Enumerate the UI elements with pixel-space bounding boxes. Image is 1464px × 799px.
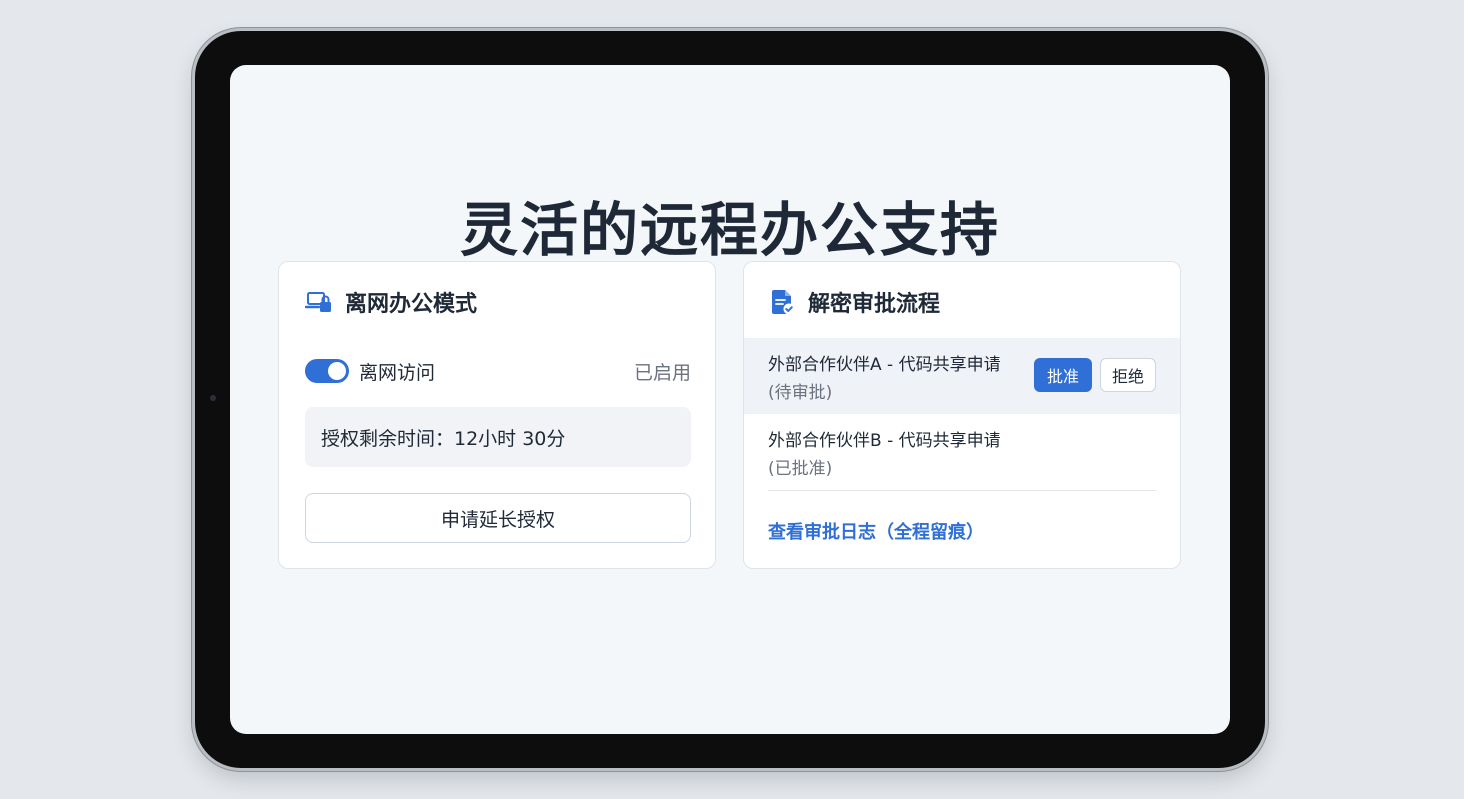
offline-access-row: 离网访问 已启用 <box>305 358 691 384</box>
page-title: 灵活的远程办公支持 <box>459 196 1000 264</box>
approval-card-header: 解密审批流程 <box>770 286 940 318</box>
view-approval-log-link[interactable]: 查看审批日志（全程留痕） <box>768 518 984 544</box>
request-status: (待审批) <box>768 383 833 403</box>
request-name: 外部合作伙伴A - 代码共享申请 <box>768 355 1001 375</box>
offline-card-header: 离网办公模式 <box>305 286 477 318</box>
offline-status: 已启用 <box>633 361 691 384</box>
toggle-knob <box>328 362 346 380</box>
laptop-lock-icon <box>305 289 333 315</box>
divider <box>768 490 1156 491</box>
approval-card-title: 解密审批流程 <box>808 292 941 317</box>
offline-access-label: 离网访问 <box>359 361 436 384</box>
reject-button[interactable]: 拒绝 <box>1100 358 1156 392</box>
request-name: 外部合作伙伴B - 代码共享申请 <box>768 431 1001 451</box>
time-remaining-text: 授权剩余时间：12小时 30分 <box>321 427 566 450</box>
offline-mode-card: 离网办公模式 离网访问 已启用 授权剩余时间：12小时 30分 申请延长授权 <box>278 261 716 569</box>
offline-card-title: 离网办公模式 <box>345 292 478 317</box>
extend-authorization-button[interactable]: 申请延长授权 <box>305 493 691 543</box>
request-status: (已批准) <box>768 459 833 479</box>
document-check-icon <box>770 288 796 316</box>
request-row-a: 外部合作伙伴A - 代码共享申请 (待审批) 批准 拒绝 <box>744 338 1180 414</box>
approval-card: 解密审批流程 外部合作伙伴A - 代码共享申请 (待审批) 批准 拒绝 外部合作… <box>743 261 1181 569</box>
tablet-screen: 灵活的远程办公支持 离网办公模式 离网访问 已启用 授权剩余时间：12小时 30… <box>230 65 1230 734</box>
time-remaining-box: 授权剩余时间：12小时 30分 <box>305 407 691 467</box>
stage: 灵活的远程办公支持 离网办公模式 离网访问 已启用 授权剩余时间：12小时 30… <box>0 0 1464 799</box>
front-camera <box>210 395 216 401</box>
offline-access-toggle[interactable] <box>305 359 349 383</box>
approve-button[interactable]: 批准 <box>1034 358 1092 392</box>
request-row-b: 外部合作伙伴B - 代码共享申请 (已批准) <box>744 414 1180 490</box>
